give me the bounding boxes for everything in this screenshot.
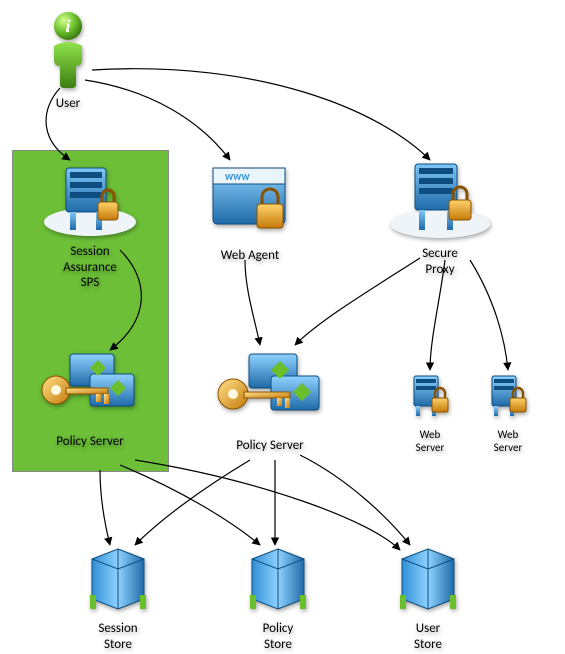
secure-proxy-node: Secure Proxy	[385, 158, 495, 277]
svg-text:WWW: WWW	[225, 172, 250, 183]
web-agent-node: WWW Web Agent	[195, 160, 305, 264]
user-store-label: User Store	[388, 621, 468, 652]
session-assurance-sps-node: Session Assurance SPS	[40, 160, 140, 291]
user-label: User	[38, 96, 98, 112]
web-server-2-label: Web Server	[480, 428, 536, 454]
policy-server-left-node: Policy Server	[30, 348, 150, 450]
policy-store-node: Policy Store	[238, 545, 318, 652]
policy-server-left-label: Policy Server	[30, 434, 150, 450]
secure-proxy-label: Secure Proxy	[385, 246, 495, 277]
user-icon: i User	[38, 10, 98, 112]
policy-server-center-label: Policy Server	[205, 438, 335, 454]
session-store-label: Session Store	[78, 621, 158, 652]
policy-store-label: Policy Store	[238, 621, 318, 652]
session-assurance-sps-label: Session Assurance SPS	[40, 244, 140, 291]
web-server-2-node: Web Server	[480, 372, 536, 454]
user-store-node: User Store	[388, 545, 468, 652]
session-store-node: Session Store	[78, 545, 158, 652]
policy-server-center-node: Policy Server	[205, 348, 335, 454]
web-agent-label: Web Agent	[195, 248, 305, 264]
svg-text:i: i	[65, 16, 70, 36]
web-server-1-node: Web Server	[402, 372, 458, 454]
diagram-canvas: { "nodes": { "user": {"label": "User"}, …	[0, 0, 565, 654]
web-server-1-label: Web Server	[402, 428, 458, 454]
